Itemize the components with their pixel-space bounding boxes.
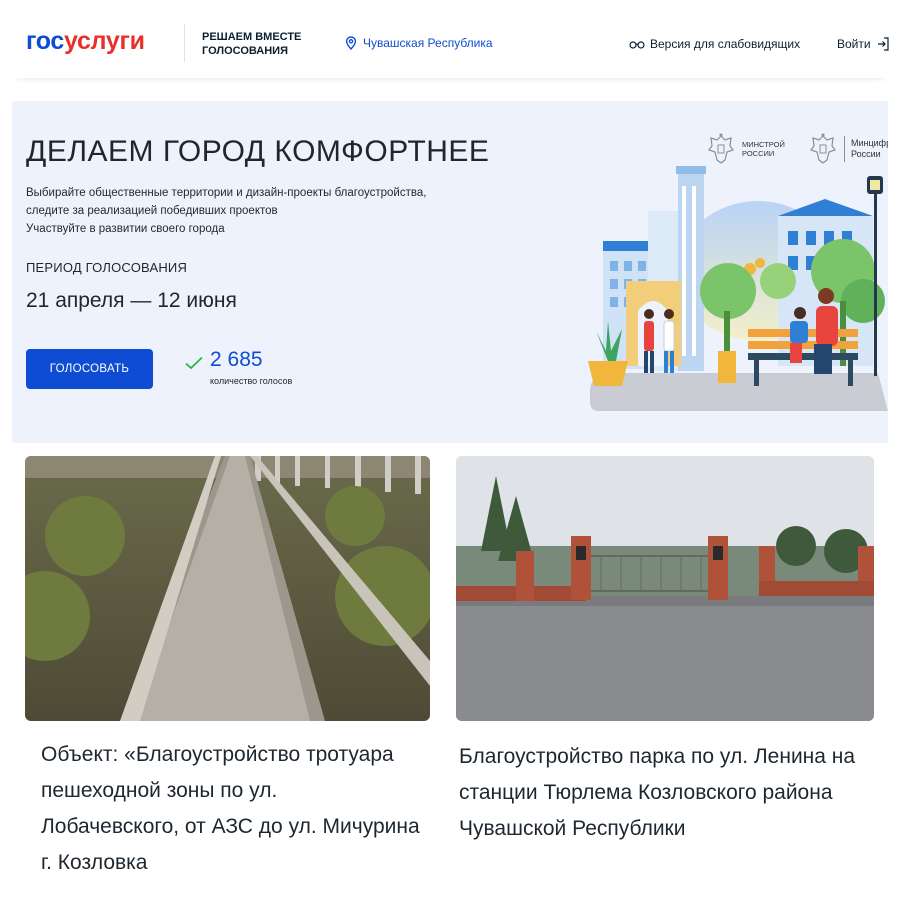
hero-description-line: Участвуйте в развитии своего города [26, 223, 225, 235]
voting-period-dates: 21 апреля — 12 июня [26, 289, 237, 312]
park-gate-photo [456, 456, 874, 721]
hero-description: Выбирайте общественные территории и диза… [26, 184, 496, 238]
hero-description-line: Выбирайте общественные территории и диза… [26, 187, 427, 199]
mintsifry-text: Минцифры России [851, 138, 888, 160]
project-card-title[interactable]: Благоустройство парка по ул. Ленина на с… [459, 739, 869, 847]
logo-divider [184, 24, 185, 62]
minstroy-line: РОССИИ [742, 149, 775, 158]
hero-title: ДЕЛАЕМ ГОРОД КОМФОРТНЕЕ [26, 135, 490, 168]
checkmark-icon [185, 356, 203, 370]
hero-description-line: следите за реализацией победивших проект… [26, 205, 278, 217]
mintsifry-line: Минцифры [851, 138, 888, 148]
region-label: Чувашская Республика [363, 36, 493, 50]
project-card-title[interactable]: Объект: «Благоустройство тротуара пешехо… [41, 737, 421, 900]
site-header: госуслуги РЕШАЕМ ВМЕСТЕ ГОЛОСОВАНИЯ Чува… [12, 0, 889, 78]
mintsifry-line: России [851, 149, 881, 159]
voting-period-label: ПЕРИОД ГОЛОСОВАНИЯ [26, 260, 188, 275]
logo-part-uslugi: услуги [64, 27, 145, 55]
low-vision-link[interactable]: Версия для слабовидящих [629, 37, 800, 51]
region-selector[interactable]: Чувашская Республика [345, 36, 493, 50]
minstroy-line: МИНСТРОЙ [742, 140, 785, 149]
low-vision-label: Версия для слабовидящих [650, 37, 801, 51]
votes-count: 2 685 [210, 348, 263, 371]
sidewalk-photo [25, 456, 430, 721]
gosuslugi-logo[interactable]: госуслуги [26, 27, 145, 56]
service-tagline[interactable]: РЕШАЕМ ВМЕСТЕ ГОЛОСОВАНИЯ [202, 30, 332, 58]
city-park-illustration [588, 166, 888, 411]
vote-button[interactable]: ГОЛОСОВАТЬ [26, 349, 153, 389]
logo-divider [844, 136, 845, 162]
minstroy-text: МИНСТРОЙ РОССИИ [742, 140, 785, 158]
login-arrow-icon [877, 37, 889, 51]
location-pin-icon [345, 36, 357, 50]
login-label: Войти [837, 37, 871, 51]
logo-part-gos: гос [26, 27, 65, 55]
project-card-image[interactable] [25, 456, 430, 721]
glasses-icon [629, 41, 645, 49]
project-card-image[interactable] [456, 456, 874, 721]
login-link[interactable]: Войти [837, 37, 889, 51]
votes-count-label: количество голосов [210, 376, 293, 386]
hero-banner: ДЕЛАЕМ ГОРОД КОМФОРТНЕЕ Выбирайте общест… [12, 101, 888, 443]
